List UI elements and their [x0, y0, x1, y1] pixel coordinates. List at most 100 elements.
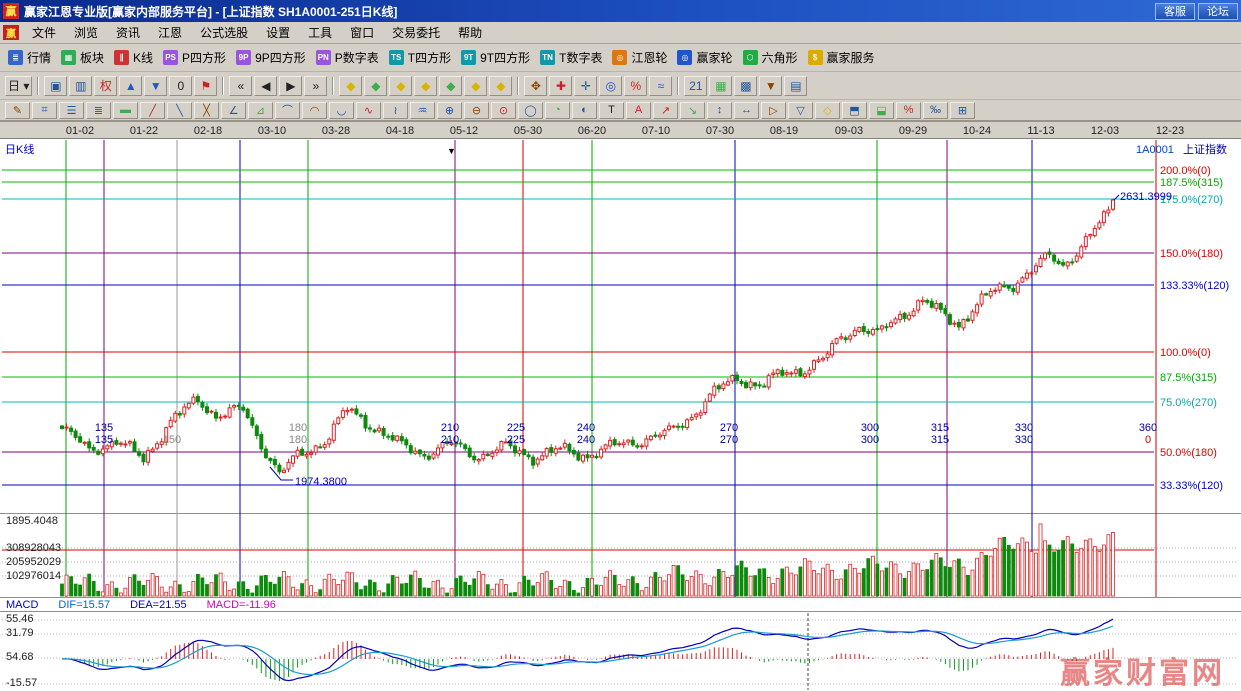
macd-indicator-name[interactable]: MACD	[6, 599, 38, 611]
menu-item-交易委托[interactable]: 交易委托	[383, 21, 449, 44]
angle-tool[interactable]: ∠	[221, 102, 246, 119]
diamond-right-button[interactable]: ◆	[439, 76, 462, 96]
wave-button[interactable]: ≈	[649, 76, 672, 96]
next-bar-button[interactable]: ▶	[279, 76, 302, 96]
dense-lines-tool[interactable]: ≣	[86, 102, 111, 119]
save-layout-button[interactable]: ▼	[759, 76, 782, 96]
menu-item-帮助[interactable]: 帮助	[449, 21, 491, 44]
t-square-button[interactable]: TST四方形	[385, 47, 457, 68]
arrow-down-right-tool[interactable]: ↘	[680, 102, 705, 119]
menu-item-资讯[interactable]: 资讯	[107, 21, 149, 44]
flag-right-tool[interactable]: ▷	[761, 102, 786, 119]
sine-tool[interactable]: ∿	[356, 102, 381, 119]
flag-down-tool[interactable]: ▽	[788, 102, 813, 119]
arrow-vertical-tool[interactable]: ↕	[707, 102, 732, 119]
arrow-up-right-tool[interactable]: ↗	[653, 102, 678, 119]
hatch-tool[interactable]: ⌗	[32, 102, 57, 119]
toolbar-separator	[517, 77, 519, 95]
crosshair-button[interactable]: ✛	[574, 76, 597, 96]
menu-item-工具[interactable]: 工具	[299, 21, 341, 44]
pencil-tool[interactable]: ✎	[5, 102, 30, 119]
t-number-button[interactable]: TNT数字表	[536, 47, 608, 68]
volume-pane[interactable]	[0, 514, 1241, 598]
hand-tool-button[interactable]: ✥	[524, 76, 547, 96]
menu-item-江恩[interactable]: 江恩	[149, 21, 191, 44]
kline-button[interactable]: ∥K线	[110, 47, 159, 68]
rise-line-tool[interactable]: ╱	[140, 102, 165, 119]
percent-lines-tool[interactable]: %	[896, 102, 921, 119]
panel-button[interactable]: ▩	[734, 76, 757, 96]
text-tool[interactable]: T	[599, 102, 624, 119]
gann-wheel-button[interactable]: ◎江恩轮	[608, 47, 673, 68]
fall-line-tool[interactable]: ╲	[167, 102, 192, 119]
flag-button[interactable]: ⚑	[194, 76, 217, 96]
export-button[interactable]: ▤	[784, 76, 807, 96]
info-panel-button[interactable]: ▥	[69, 76, 92, 96]
box-bottom-tool[interactable]: ⬓	[869, 102, 894, 119]
first-bar-button[interactable]: «	[229, 76, 252, 96]
dot-circle-tool[interactable]: ⊙	[491, 102, 516, 119]
sectors-button[interactable]: ▦板块	[57, 47, 110, 68]
wave2-tool[interactable]: ≀	[383, 102, 408, 119]
grid-plus-tool[interactable]: ⊞	[950, 102, 975, 119]
p9-square-button[interactable]: 9P9P四方形	[232, 47, 312, 68]
scroll-down-button[interactable]: ▼	[144, 76, 167, 96]
bowl-tool[interactable]: ◡	[329, 102, 354, 119]
last-bar-button[interactable]: »	[304, 76, 327, 96]
price-chart-pane[interactable]	[0, 139, 1241, 514]
forum-button[interactable]: 论坛	[1198, 3, 1238, 20]
quarter-circle-tool[interactable]: ◔	[545, 102, 570, 119]
date-axis-label: 10-24	[963, 125, 991, 137]
gann-diamond-4-button[interactable]: ◆	[464, 76, 487, 96]
half-circle-tool[interactable]: ◐	[572, 102, 597, 119]
winner-wheel-button[interactable]: ◎赢家轮	[673, 47, 738, 68]
hlines-tool[interactable]: ☰	[59, 102, 84, 119]
arc-tool[interactable]: ⌒	[275, 102, 300, 119]
grid-button[interactable]: ▦	[709, 76, 732, 96]
macd-pane[interactable]	[0, 612, 1241, 691]
zero-button[interactable]: 0	[169, 76, 192, 96]
band-tool[interactable]: ▬	[113, 102, 138, 119]
restore-rights-button[interactable]: 权	[94, 76, 117, 96]
circle-plus-tool[interactable]: ⊕	[437, 102, 462, 119]
cycles-tool[interactable]: ♒	[410, 102, 435, 119]
winner-service-button[interactable]: $赢家服务	[804, 47, 881, 68]
period-selector[interactable]: 日 ▾	[5, 76, 32, 96]
customer-service-button[interactable]: 客服	[1155, 3, 1195, 20]
gann-diamond-5-button[interactable]: ◆	[489, 76, 512, 96]
circle-tool[interactable]: ◯	[518, 102, 543, 119]
box-top-tool[interactable]: ⬒	[842, 102, 867, 119]
hexagon-button[interactable]: ⬡六角形	[739, 47, 804, 68]
permille-tool[interactable]: ‰	[923, 102, 948, 119]
p-number-button[interactable]: PNP数字表	[312, 47, 385, 68]
menu-logo-icon: 赢	[3, 25, 19, 40]
menu-item-设置[interactable]: 设置	[257, 21, 299, 44]
arrow-horizontal-tool[interactable]: ↔	[734, 102, 759, 119]
diamond-left-button[interactable]: ◆	[364, 76, 387, 96]
add-button[interactable]: ✚	[549, 76, 572, 96]
t9-square-button[interactable]: 9T9T四方形	[457, 47, 536, 68]
menu-item-窗口[interactable]: 窗口	[341, 21, 383, 44]
menu-item-公式选股[interactable]: 公式选股	[191, 21, 257, 44]
menu-item-文件[interactable]: 文件	[23, 21, 65, 44]
gann-diamond-1-button[interactable]: ◆	[339, 76, 362, 96]
percent-button[interactable]: %	[624, 76, 647, 96]
diamond-outline-tool[interactable]: ◇	[815, 102, 840, 119]
quotes-button[interactable]: ≣行情	[4, 47, 57, 68]
quotes-icon: ≣	[8, 50, 23, 65]
p-square-button[interactable]: PSP四方形	[159, 47, 232, 68]
window-tile-button[interactable]: ▣	[44, 76, 67, 96]
menu-item-浏览[interactable]: 浏览	[65, 21, 107, 44]
gann-diamond-3-button[interactable]: ◆	[414, 76, 437, 96]
triangle-tool[interactable]: ⊿	[248, 102, 273, 119]
circle-minus-tool[interactable]: ⊖	[464, 102, 489, 119]
zoom-button[interactable]: ◎	[599, 76, 622, 96]
prev-bar-button[interactable]: ◀	[254, 76, 277, 96]
gann-diamond-2-button[interactable]: ◆	[389, 76, 412, 96]
cross-lines-tool[interactable]: ╳	[194, 102, 219, 119]
arch-tool[interactable]: ◠	[302, 102, 327, 119]
date-axis-label: 12-03	[1091, 125, 1119, 137]
label-tool[interactable]: A	[626, 102, 651, 119]
scroll-up-button[interactable]: ▲	[119, 76, 142, 96]
indicator-21-button[interactable]: 21	[684, 76, 707, 96]
